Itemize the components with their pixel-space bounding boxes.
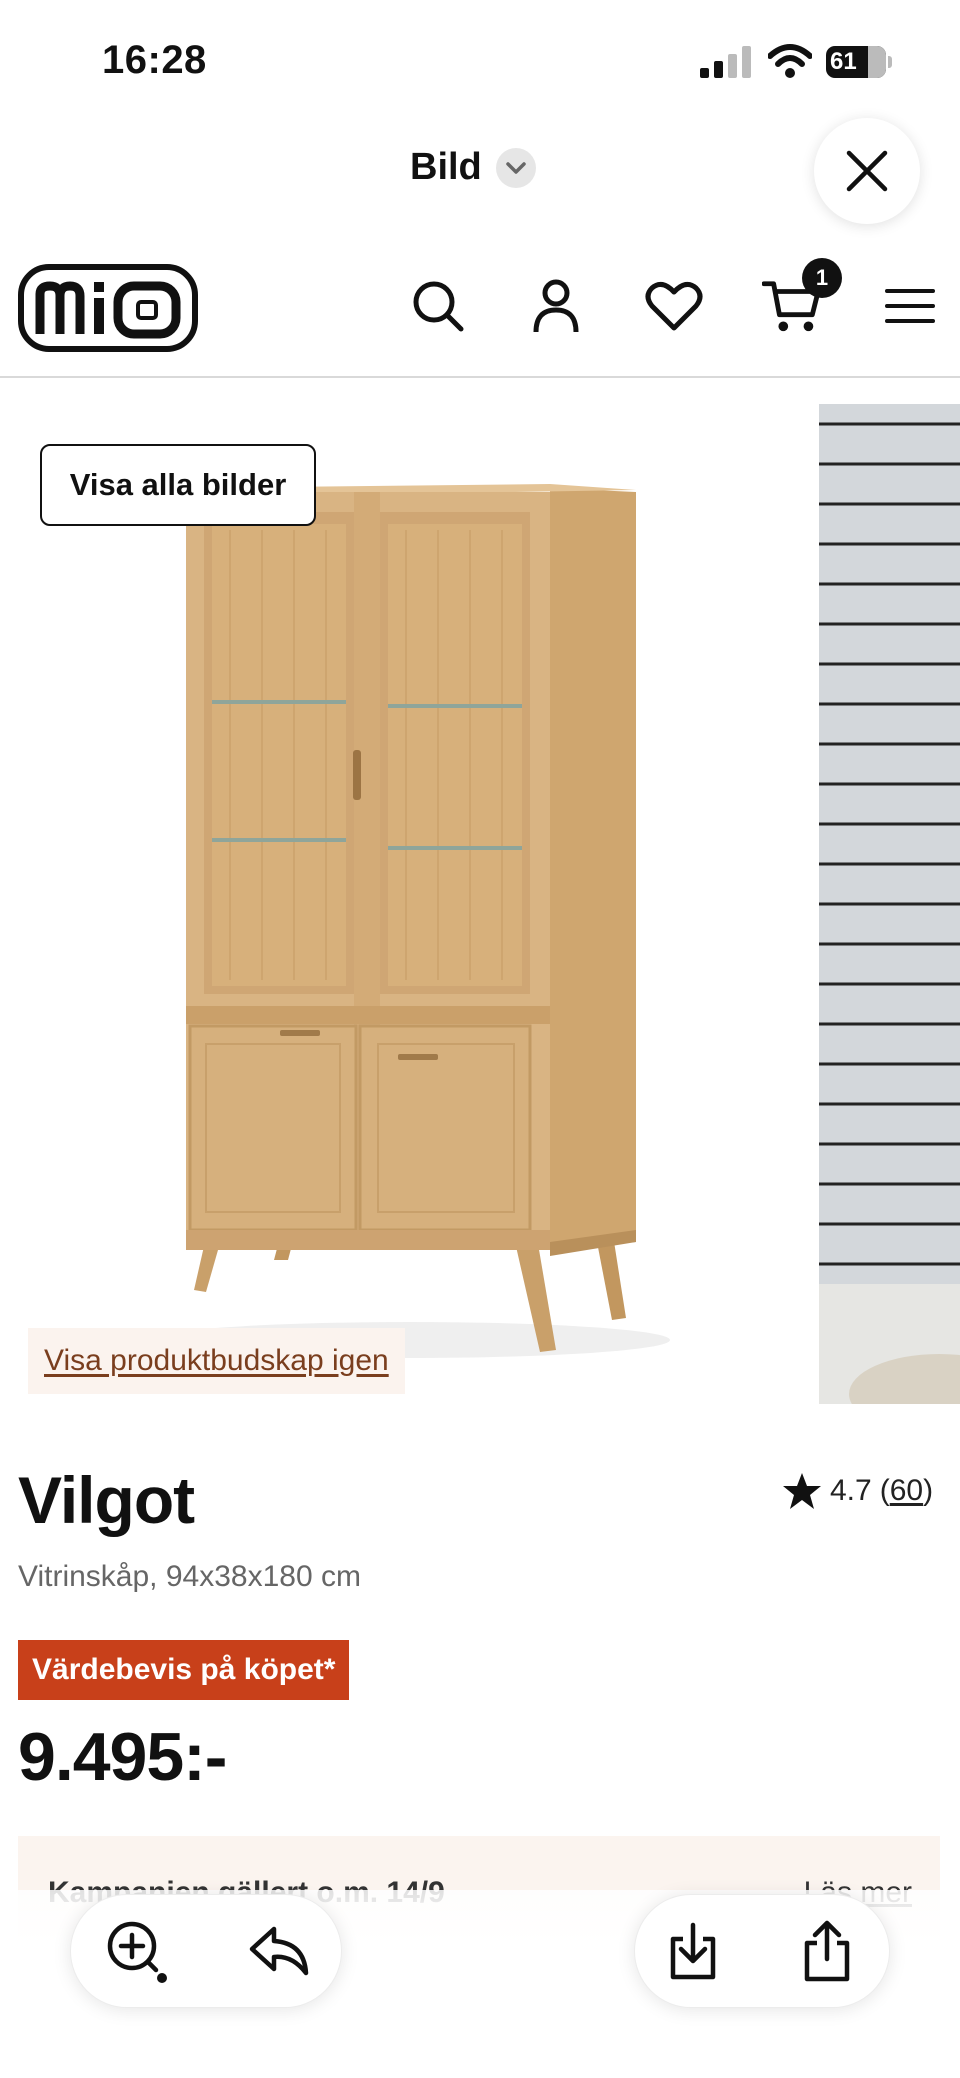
search-icon xyxy=(413,281,464,332)
cart-count-badge: 1 xyxy=(802,258,842,298)
heart-icon xyxy=(645,281,703,331)
share-icon xyxy=(804,1920,850,1982)
account-icon xyxy=(533,279,579,333)
voucher-badge: Värdebevis på köpet* xyxy=(18,1640,350,1700)
rating-value: 4.7 xyxy=(830,1474,872,1507)
product-price: 9.495:- xyxy=(18,1719,227,1795)
battery-icon: 61 xyxy=(826,46,892,78)
zoom-in-button[interactable] xyxy=(102,1916,172,1986)
next-image-preview[interactable] xyxy=(819,404,960,1404)
product-rating[interactable]: 4.7 (60) xyxy=(782,1472,933,1510)
menu-button[interactable] xyxy=(880,276,940,336)
share-button[interactable] xyxy=(792,1916,862,1986)
wifi-icon xyxy=(768,44,812,78)
wishlist-button[interactable] xyxy=(644,276,704,336)
save-button[interactable] xyxy=(658,1916,728,1986)
reply-button[interactable] xyxy=(244,1916,314,1986)
chevron-down-icon xyxy=(495,147,536,188)
product-gallery[interactable]: Visa alla bilder Visa produktbudskap ige… xyxy=(0,380,960,1420)
product-image[interactable] xyxy=(0,380,810,1420)
product-title: Vilgot xyxy=(18,1463,195,1537)
viewer-header: Bild xyxy=(0,110,960,230)
close-icon xyxy=(846,150,888,192)
download-icon xyxy=(670,1922,716,1980)
status-bar: 16:28 61 xyxy=(0,0,960,120)
signal-icon xyxy=(700,46,751,78)
viewer-title: Bild xyxy=(410,146,482,188)
show-all-images-button[interactable]: Visa alla bilder xyxy=(40,444,316,526)
viewer-title-dropdown[interactable]: Bild xyxy=(410,146,536,189)
cabinet-illustration xyxy=(150,484,670,1358)
rating-count: 60 xyxy=(889,1474,924,1507)
star-icon xyxy=(783,1473,821,1509)
rating-count-open: ( xyxy=(879,1474,890,1507)
status-time: 16:28 xyxy=(102,38,207,82)
close-button[interactable] xyxy=(814,118,920,224)
rating-count-close: ) xyxy=(923,1474,934,1507)
rating-count-link[interactable]: (60) xyxy=(880,1474,933,1508)
search-button[interactable] xyxy=(408,276,468,336)
reply-icon xyxy=(249,1926,309,1976)
mio-logo[interactable] xyxy=(18,264,198,352)
menu-icon xyxy=(885,289,935,323)
account-button[interactable] xyxy=(526,276,586,336)
product-subtitle: Vitrinskåp, 94x38x180 cm xyxy=(18,1560,361,1593)
battery-level: 61 xyxy=(830,48,857,75)
zoom-in-icon xyxy=(107,1921,167,1983)
show-product-message-link[interactable]: Visa produktbudskap igen xyxy=(28,1328,405,1394)
